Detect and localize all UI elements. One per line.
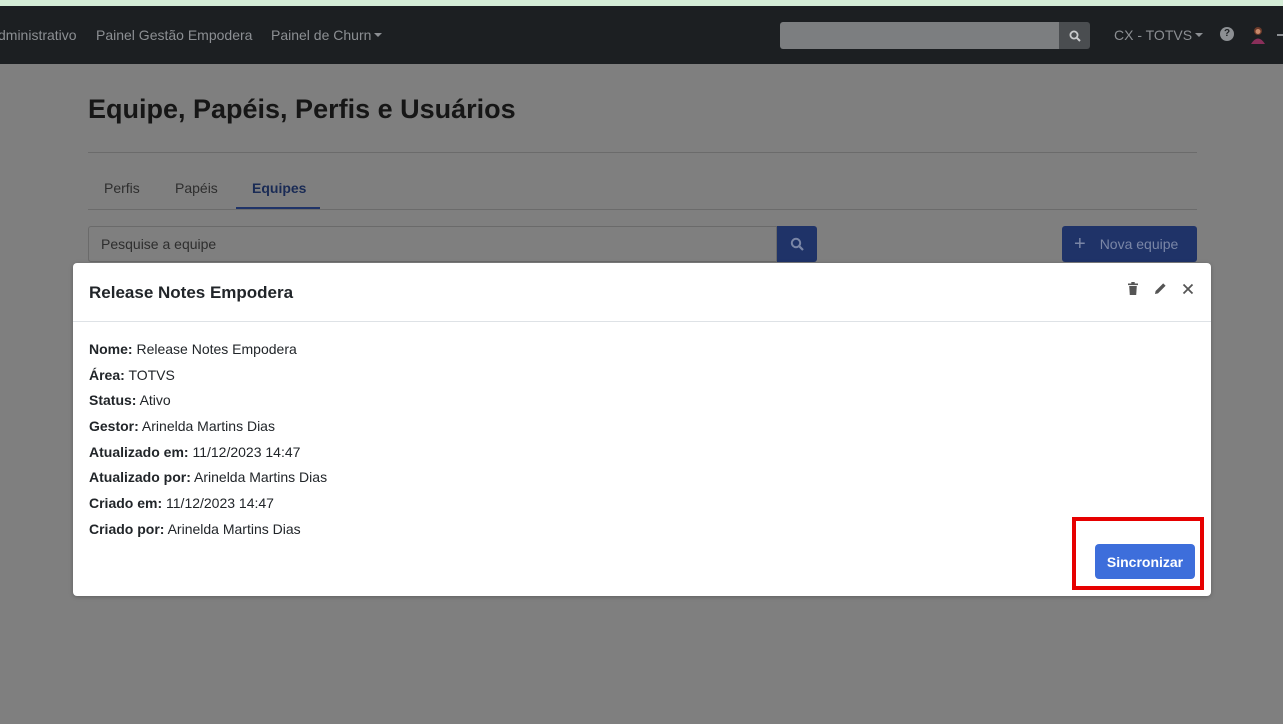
detail-nome: Nome: Release Notes Empodera (89, 341, 297, 357)
tab-perfis[interactable]: Perfis (104, 180, 140, 196)
detail-label: Criado por: (89, 521, 165, 537)
detail-value: Arinelda Martins Dias (194, 469, 328, 485)
navbar-search-button[interactable] (1059, 22, 1090, 49)
tabs-divider (88, 209, 1197, 210)
nav-link-painel-churn[interactable]: Painel de Churn (271, 27, 383, 43)
detail-atualizado-por: Atualizado por: Arinelda Martins Dias (89, 469, 327, 485)
team-search-input[interactable] (88, 226, 777, 262)
search-icon (790, 237, 804, 251)
trash-icon[interactable] (1125, 280, 1141, 296)
navbar-search-input[interactable] (780, 22, 1059, 49)
modal-title: Release Notes Empodera (89, 283, 294, 302)
chevron-down-icon (1195, 33, 1204, 38)
detail-status: Status: Ativo (89, 392, 171, 408)
detail-label: Atualizado em: (89, 444, 189, 460)
detail-area: Área: TOTVS (89, 367, 175, 383)
plus-icon: + (1074, 233, 1086, 255)
detail-value: Arinelda Martins Dias (141, 418, 275, 434)
detail-value: Arinelda Martins Dias (167, 521, 301, 537)
detail-atualizado-em: Atualizado em: 11/12/2023 14:47 (89, 444, 300, 460)
modal-header: Release Notes Empodera (73, 263, 1211, 322)
detail-criado-em: Criado em: 11/12/2023 14:47 (89, 495, 274, 511)
detail-value: 11/12/2023 14:47 (166, 495, 274, 511)
detail-label: Criado em: (89, 495, 163, 511)
new-team-button[interactable]: + Nova equipe (1062, 226, 1197, 262)
detail-value: Release Notes Empodera (136, 341, 297, 357)
detail-criado-por: Criado por: Arinelda Martins Dias (89, 521, 301, 537)
detail-value: 11/12/2023 14:47 (192, 444, 301, 460)
help-icon[interactable]: ? (1220, 27, 1234, 41)
close-icon[interactable] (1180, 281, 1196, 297)
title-divider (88, 152, 1197, 153)
avatar[interactable] (1248, 25, 1268, 45)
detail-label: Gestor: (89, 418, 139, 434)
search-icon (1069, 30, 1081, 42)
tab-equipes[interactable]: Equipes (252, 180, 306, 196)
navbar-overflow-marker (1277, 34, 1283, 36)
detail-label: Status: (89, 392, 137, 408)
tab-papeis[interactable]: Papéis (175, 180, 218, 196)
team-details-modal: Release Notes Empodera Nome: Release Not… (73, 263, 1211, 596)
detail-value: TOTVS (128, 367, 175, 383)
chevron-down-icon (374, 33, 383, 38)
pencil-icon[interactable] (1152, 280, 1168, 296)
team-search-button[interactable] (777, 226, 817, 262)
org-dropdown[interactable]: CX - TOTVS (1114, 27, 1204, 43)
page-title: Equipe, Papéis, Perfis e Usuários (88, 94, 516, 124)
detail-value: Ativo (139, 392, 171, 408)
detail-label: Nome: (89, 341, 133, 357)
nav-link-painel-gestao[interactable]: Painel Gestão Empodera (96, 27, 252, 43)
detail-label: Área: (89, 367, 125, 383)
nav-link-painel-churn-label: Painel de Churn (271, 27, 372, 43)
highlight-box (1072, 517, 1204, 590)
nav-link-administrativo[interactable]: dministrativo (0, 27, 77, 43)
org-dropdown-label: CX - TOTVS (1114, 27, 1193, 43)
new-team-button-label: Nova equipe (1099, 236, 1179, 252)
detail-label: Atualizado por: (89, 469, 191, 485)
detail-gestor: Gestor: Arinelda Martins Dias (89, 418, 275, 434)
top-navbar: dministrativo Painel Gestão Empodera Pai… (0, 6, 1283, 64)
